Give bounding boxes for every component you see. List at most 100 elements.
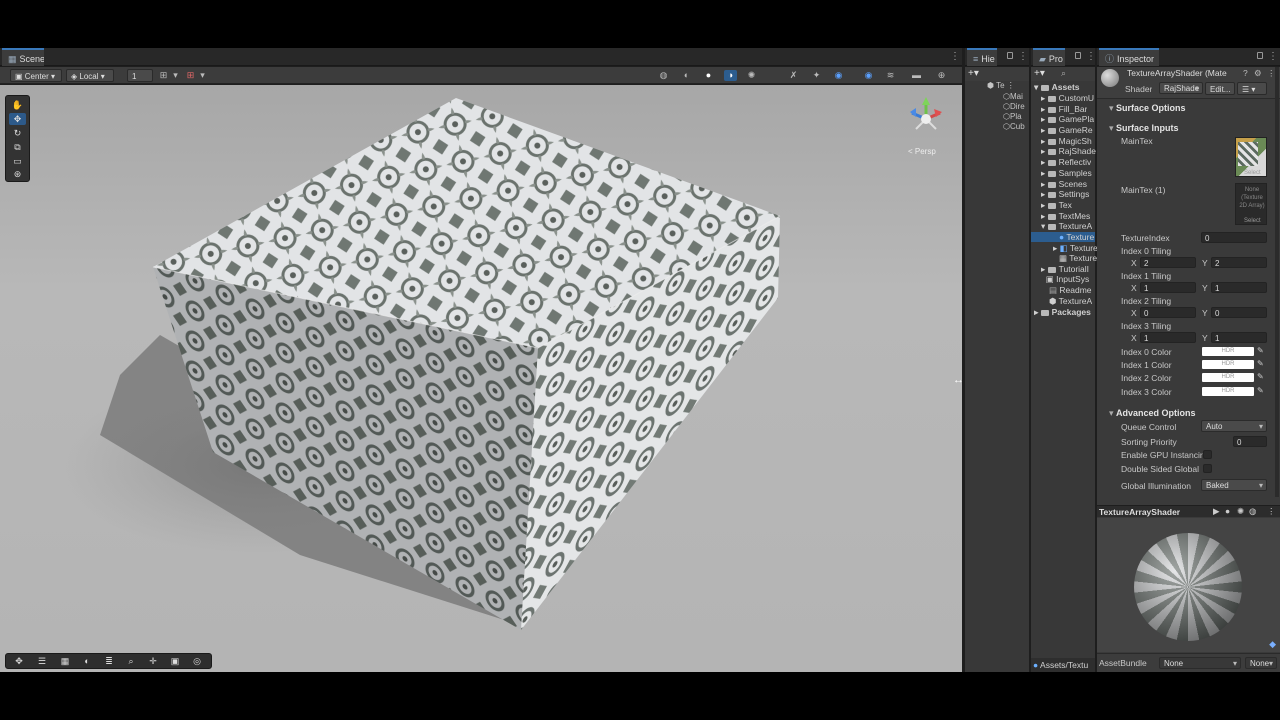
material-preview[interactable]: ◆: [1097, 518, 1280, 652]
hierarchy-item[interactable]: ⬡Pla: [1003, 112, 1022, 121]
global-icon[interactable]: ◍: [657, 70, 670, 81]
texture-index-field[interactable]: 0: [1201, 232, 1267, 243]
tiling-x-field[interactable]: 1: [1140, 332, 1196, 343]
tiling-x-field[interactable]: 1: [1140, 282, 1196, 293]
more-menu-icon[interactable]: ⋮: [950, 48, 960, 66]
help-icon[interactable]: ?: [1243, 68, 1248, 78]
main-tex-1-slot[interactable]: None (Texture 2D Array) Select: [1235, 183, 1267, 225]
perspective-label[interactable]: < Persp: [908, 147, 936, 156]
chevron-down-icon[interactable]: ▾: [196, 70, 209, 81]
gpu-instancing-checkbox[interactable]: [1203, 450, 1212, 459]
packages-root[interactable]: ▸ Packages: [1034, 307, 1091, 318]
folder-item[interactable]: ▸ Samples: [1041, 168, 1092, 179]
eyedropper-icon[interactable]: ✎: [1257, 386, 1264, 395]
effects-icon[interactable]: ✦: [810, 70, 823, 81]
grid-snap-field[interactable]: 1: [127, 69, 153, 82]
visibility-icon[interactable]: ◉: [832, 70, 845, 81]
select-label[interactable]: Select: [1244, 218, 1261, 224]
mask-icon[interactable]: ▣: [166, 655, 184, 668]
hdr-color-swatch[interactable]: HDR: [1202, 373, 1254, 382]
lock-icon[interactable]: [1075, 52, 1081, 59]
tab-inspector[interactable]: ⓘ Inspector: [1099, 48, 1159, 66]
queue-control-dropdown[interactable]: Auto: [1201, 420, 1267, 433]
transform-tool-icon[interactable]: ⊛: [9, 168, 26, 180]
play-icon[interactable]: ▶: [1213, 506, 1220, 517]
pivot-mode-dropdown[interactable]: ▣ Center ▾: [10, 69, 62, 82]
folder-item[interactable]: ▸ RajShade: [1041, 146, 1096, 157]
global-illumination-dropdown[interactable]: Baked: [1201, 479, 1267, 492]
edit-shader-button[interactable]: Edit...: [1205, 82, 1235, 95]
eyedropper-icon[interactable]: ✎: [1257, 346, 1264, 355]
texture-item-selected[interactable]: ● Texture: [1031, 232, 1095, 242]
grid-icon[interactable]: ▦: [56, 655, 74, 668]
sphere-icon[interactable]: ●: [1225, 506, 1230, 516]
hdr-color-swatch[interactable]: HDR: [1202, 360, 1254, 369]
hdr-color-swatch[interactable]: HDR: [1202, 387, 1254, 396]
shading-shaded-icon[interactable]: ●: [702, 70, 715, 81]
tiling-y-field[interactable]: 1: [1211, 332, 1267, 343]
more-menu-icon[interactable]: ⋮: [1018, 48, 1028, 66]
layers-icon[interactable]: ≣: [100, 655, 118, 668]
eyedropper-icon[interactable]: ✎: [1257, 359, 1264, 368]
file-item[interactable]: ▤ Readme: [1049, 285, 1092, 296]
lighting-icon[interactable]: ✺: [745, 70, 758, 81]
more-menu-icon[interactable]: ⋮: [1086, 48, 1096, 66]
scene-viewport[interactable]: ✋ ✥ ↻ ⧉ ▭ ⊛ < Persp ✥ ☰ ▦ ◐ ≣ ⌕ ✛ ▣ ◎ ↔: [0, 85, 962, 672]
folder-item[interactable]: ▸ Settings: [1041, 189, 1089, 200]
select-label[interactable]: Select: [1244, 170, 1261, 176]
folder-item[interactable]: ▾ TextureA: [1041, 221, 1092, 232]
chevron-down-icon[interactable]: ▾: [169, 70, 182, 81]
folder-item[interactable]: ▸ GameRe: [1041, 125, 1093, 136]
tab-scene[interactable]: ▦ Scene: [2, 48, 44, 66]
circle-icon[interactable]: ◐: [78, 655, 96, 668]
asset-bundle-dropdown[interactable]: None: [1159, 657, 1241, 670]
tiling-y-field[interactable]: 2: [1211, 257, 1267, 268]
hand-tool-icon[interactable]: ✋: [9, 99, 26, 111]
add-icon[interactable]: +▾: [968, 68, 979, 79]
rect-tool-icon[interactable]: ▭: [9, 155, 26, 167]
advanced-options-header[interactable]: ▾ Advanced Options: [1109, 408, 1196, 419]
layers-icon[interactable]: ≋: [884, 70, 897, 81]
folder-item[interactable]: ▸ GamePla: [1041, 114, 1094, 125]
folder-item[interactable]: ▣ InputSys: [1041, 274, 1089, 285]
lock-icon[interactable]: [1257, 52, 1263, 59]
more-menu-icon[interactable]: ⋮: [1268, 48, 1278, 66]
shading-wire-icon[interactable]: ◐: [680, 70, 693, 81]
sliders-icon[interactable]: ☰: [33, 655, 51, 668]
folder-item[interactable]: ▸ Reflectiv: [1041, 157, 1091, 168]
tab-hierarchy[interactable]: ≡ Hie: [967, 48, 997, 66]
inspector-scrollbar[interactable]: [1275, 67, 1279, 497]
move-overlay-icon[interactable]: ✥: [10, 655, 28, 668]
folder-item[interactable]: ▸ Tex: [1041, 200, 1072, 211]
eye-icon[interactable]: ◉: [862, 70, 875, 81]
tiling-x-field[interactable]: 0: [1140, 307, 1196, 318]
hierarchy-item[interactable]: ⬡Dire: [1003, 102, 1025, 111]
file-item[interactable]: ⬢ TextureA: [1049, 296, 1092, 307]
camera-icon[interactable]: ▬: [910, 70, 923, 81]
compass-icon[interactable]: ◎: [188, 655, 206, 668]
search-icon[interactable]: ⌕: [1061, 68, 1066, 79]
more-menu-icon[interactable]: ⋮: [1267, 506, 1276, 517]
move-tool-icon[interactable]: ✥: [9, 113, 26, 125]
main-tex-slot[interactable]: Select: [1235, 137, 1267, 177]
search-icon[interactable]: ⌕: [122, 655, 140, 668]
gizmos-icon[interactable]: ⊕: [935, 70, 948, 81]
asset-variant-dropdown[interactable]: None: [1245, 657, 1277, 670]
tag-icon[interactable]: ◆: [1269, 639, 1276, 650]
hierarchy-item[interactable]: ⬡Cub: [1003, 122, 1025, 131]
tiling-x-field[interactable]: 2: [1140, 257, 1196, 268]
audio-mute-icon[interactable]: ✗: [787, 70, 800, 81]
hierarchy-item[interactable]: ⬡Mai: [1003, 92, 1023, 101]
tab-project[interactable]: ▰ Pro: [1033, 48, 1065, 66]
double-sided-checkbox[interactable]: [1203, 464, 1212, 473]
surface-inputs-header[interactable]: ▾ Surface Inputs: [1109, 123, 1179, 134]
pivot-rotation-dropdown[interactable]: ◈ Local ▾: [66, 69, 114, 82]
settings-icon[interactable]: ⚙: [1254, 68, 1262, 79]
hdr-color-swatch[interactable]: HDR: [1202, 347, 1254, 356]
folder-item[interactable]: ▸ CustomU: [1041, 93, 1094, 104]
shader-dropdown[interactable]: RajShade: [1159, 82, 1203, 95]
move-icon[interactable]: ✛: [144, 655, 162, 668]
assets-root[interactable]: ▾ Assets: [1034, 82, 1080, 93]
rotate-tool-icon[interactable]: ↻: [9, 127, 26, 139]
light-icon[interactable]: ✺: [1237, 506, 1244, 517]
